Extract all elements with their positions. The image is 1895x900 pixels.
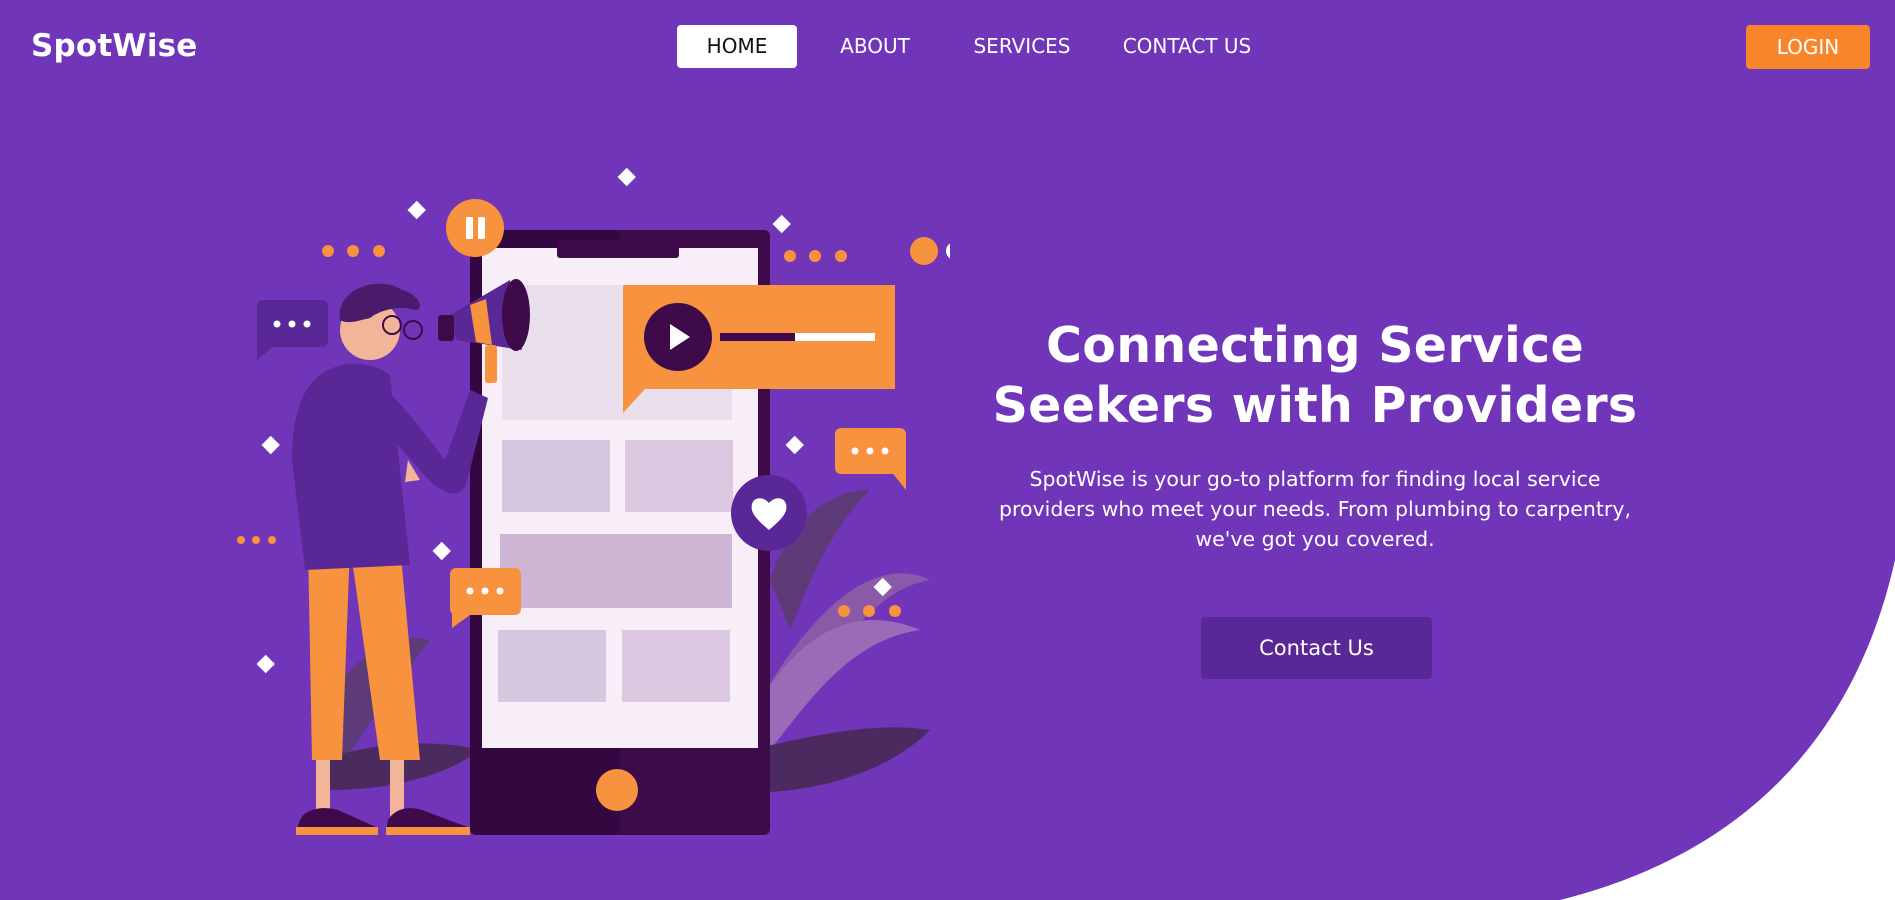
main-nav: HOME ABOUT SERVICES CONTACT US — [677, 25, 1283, 68]
brand-logo[interactable]: SpotWise — [31, 28, 198, 64]
hero-title-line-2: Seekers with Providers — [992, 377, 1638, 434]
hero-section: Connecting Service Seekers with Provider… — [980, 316, 1650, 554]
pause-icon — [446, 199, 504, 257]
hero-illustration — [237, 167, 950, 835]
nav-contact-us[interactable]: CONTACT US — [1107, 25, 1267, 68]
login-button[interactable]: LOGIN — [1746, 25, 1870, 69]
heart-icon — [731, 475, 807, 551]
nav-services[interactable]: SERVICES — [953, 25, 1091, 68]
hero-description: SpotWise is your go-to platform for find… — [998, 467, 1632, 551]
nav-home[interactable]: HOME — [677, 25, 797, 68]
nav-about[interactable]: ABOUT — [813, 25, 937, 68]
contact-us-button[interactable]: Contact Us — [1201, 617, 1432, 679]
hero-title: Connecting Service Seekers with Provider… — [980, 316, 1650, 436]
hero-title-line-1: Connecting Service — [1045, 317, 1584, 374]
